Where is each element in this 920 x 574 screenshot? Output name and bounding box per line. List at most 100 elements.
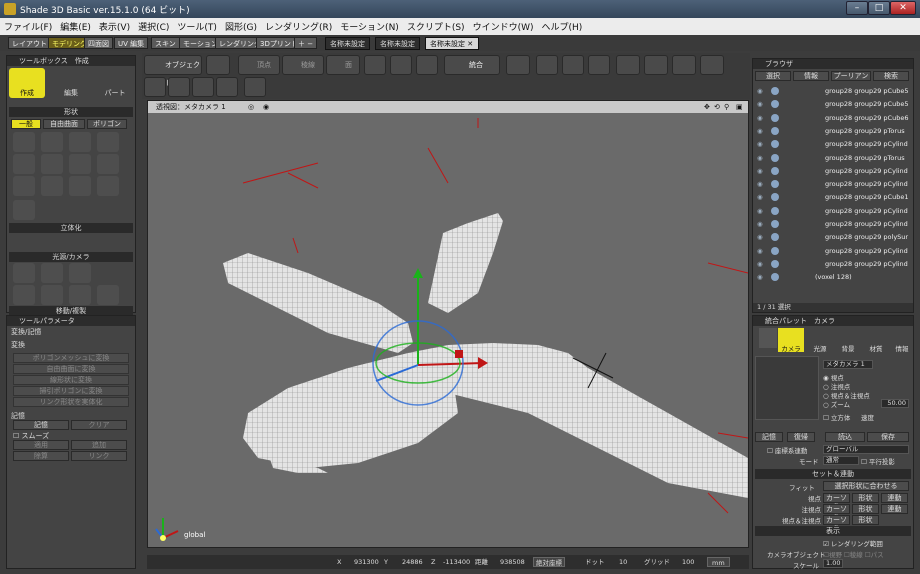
visibility-eye-icon[interactable]: ◉ [757, 218, 763, 231]
area-light-icon[interactable] [69, 263, 91, 283]
light-camera-section-header[interactable]: 光源/カメラ [9, 252, 133, 262]
capsule-tool-icon[interactable] [41, 176, 63, 196]
scale-value-field[interactable]: 1.00 [823, 559, 843, 568]
cylinder-view-icon[interactable] [168, 77, 190, 97]
browser-tree-row[interactable]: ◉ group28 group29 pTorus [753, 152, 913, 165]
menu-tool[interactable]: ツール(T) [173, 18, 221, 35]
coord-system-select[interactable]: グローバル [823, 445, 909, 454]
set-row-button[interactable]: カーソル [823, 493, 850, 510]
camera-restore-button[interactable]: 復帰 [787, 432, 815, 442]
browser-tree-row[interactable]: ◉ group28 group29 pCube5 [753, 85, 913, 98]
palette-info-button[interactable]: 情報 [891, 328, 913, 353]
menu-view[interactable]: 表示(V) [95, 18, 134, 35]
solidify-section-header[interactable]: 立体化 [9, 223, 133, 233]
palette-lock-icon[interactable] [759, 328, 777, 348]
grid-icon[interactable] [700, 55, 724, 75]
camera-load-button[interactable]: 読込 [825, 432, 865, 442]
visibility-eye-icon[interactable]: ◉ [757, 98, 763, 111]
camera-snapshot-icon[interactable] [206, 55, 230, 75]
group-icon[interactable] [588, 55, 610, 75]
polymesh-tool-icon[interactable] [13, 200, 35, 220]
mode-select[interactable]: 通常 [823, 456, 859, 465]
select-rect-icon[interactable] [364, 55, 386, 75]
visibility-eye-icon[interactable]: ◉ [757, 191, 763, 204]
visibility-eye-icon[interactable]: ◉ [757, 165, 763, 178]
menu-select[interactable]: 選択(C) [134, 18, 173, 35]
visibility-eye-icon[interactable]: ◉ [757, 112, 763, 125]
menu-window[interactable]: ウインドウ(W) [469, 18, 538, 35]
visibility-eye-icon[interactable]: ◉ [757, 85, 763, 98]
parallel-projection-checkbox[interactable]: ☐ 平行投影 [861, 456, 895, 466]
camera-view-pad[interactable] [755, 356, 819, 420]
camera-object-options[interactable]: ☐視野 ☐稜線 ☐パス [823, 549, 884, 559]
vertex-mode-button[interactable]: 頂点 [238, 55, 280, 75]
disc-tool-icon[interactable] [97, 176, 119, 196]
curve-light-icon[interactable] [41, 285, 63, 305]
menu-help[interactable]: ヘルプ(H) [537, 18, 586, 35]
camera-name-select[interactable]: メタカメラ 1 [823, 360, 873, 369]
shape-tab-general[interactable]: 一般 [11, 119, 41, 129]
point-light-icon[interactable] [13, 263, 35, 283]
line-light-icon[interactable] [13, 285, 35, 305]
close-tab-icon[interactable]: ✕ [467, 40, 473, 48]
visibility-eye-icon[interactable]: ◉ [757, 245, 763, 258]
rectangle-tool-icon[interactable] [69, 132, 91, 152]
camera-icon[interactable] [97, 285, 119, 305]
viewport-target-icon[interactable]: ◎ [248, 101, 254, 113]
visibility-eye-icon[interactable]: ◉ [757, 205, 763, 218]
create-mode-button[interactable]: 作成 [9, 68, 45, 98]
dot-value[interactable]: 10 [619, 555, 627, 569]
shape-tab-polygon[interactable]: ポリゴン [87, 119, 127, 129]
menu-shape[interactable]: 図形(G) [221, 18, 261, 35]
edge-mode-button[interactable]: 稜線 [282, 55, 324, 75]
browser-tree-row[interactable]: ◉ group28 group29 polySur [753, 231, 913, 244]
zoom-value-field[interactable]: 50.00 [881, 399, 909, 408]
realize-link-button[interactable]: リンク形状を実体化 [13, 397, 129, 407]
to-polymesh-button[interactable]: ポリゴンメッシュに変換 [13, 353, 129, 363]
browser-tab-boolean[interactable]: プーリアン [831, 71, 871, 81]
counter-icon[interactable] [216, 77, 238, 97]
browser-tree-row[interactable]: ◉ group28 group29 pCylind [753, 205, 913, 218]
target-icon[interactable] [536, 55, 558, 75]
browser-tab-info[interactable]: 情報 [793, 71, 829, 81]
set-row-button[interactable]: カーソル [823, 504, 850, 521]
viewport-label[interactable]: 透視図：メタカメラ 1 [156, 101, 226, 113]
rotate-icon[interactable] [390, 55, 412, 75]
set-row-button[interactable]: 形状 [852, 504, 879, 514]
set-row-button[interactable]: 連動 [881, 493, 908, 503]
link-button[interactable]: リンク [71, 451, 127, 461]
palette-light-button[interactable]: 光源 [807, 328, 833, 353]
set-sync-section-header[interactable]: セット＆連動 [755, 469, 911, 479]
browser-tree-row[interactable]: ◉ group28 group29 pTorus [753, 125, 913, 138]
menu-edit[interactable]: 編集(E) [56, 18, 95, 35]
curve-tool-icon[interactable] [41, 132, 63, 152]
torus-tool-icon[interactable] [69, 176, 91, 196]
unit-select[interactable]: mm [707, 557, 730, 567]
visibility-eye-icon[interactable]: ◉ [757, 125, 763, 138]
set-row-button[interactable]: 形状 [852, 515, 879, 525]
layout-icon[interactable] [672, 55, 696, 75]
maximize-button[interactable]: □ [868, 1, 890, 15]
palette-background-button[interactable]: 背景 [835, 328, 861, 353]
to-line-button[interactable]: 線形状に変換 [13, 375, 129, 385]
viewport-maximize-icon[interactable]: ▣ [736, 101, 743, 113]
camera-save-button[interactable]: 保存 [867, 432, 909, 442]
to-sweep-button[interactable]: 掃引ポリゴンに変換 [13, 386, 129, 396]
browser-tree-row[interactable]: ◉ group28 group29 pCylind [753, 165, 913, 178]
camera-memorize-button[interactable]: 記憶 [755, 432, 783, 442]
shaded-sphere-icon[interactable] [244, 77, 266, 97]
viewport-eye-icon[interactable]: ◉ [263, 101, 269, 113]
set-row-button[interactable]: カーソル [823, 515, 850, 532]
divide-button[interactable]: 除算 [13, 451, 69, 461]
menu-file[interactable]: ファイル(F) [0, 18, 56, 35]
shape-section-header[interactable]: 形状 [9, 107, 133, 117]
cube-checkbox[interactable]: ☐ 立方体 [823, 412, 850, 422]
chain-icon[interactable] [562, 55, 584, 75]
tab-four-view[interactable]: 四面図 [84, 37, 113, 49]
apply-button[interactable]: 適用 [13, 440, 69, 450]
render-sphere-icon[interactable] [616, 55, 640, 75]
browser-tree-row[interactable]: ◉ group28 group29 pCube6 [753, 112, 913, 125]
browser-tree-row[interactable]: ◉ group28 group29 pCylind [753, 258, 913, 271]
doc-tab-1[interactable]: 名称未設定 [325, 37, 370, 50]
render-range-checkbox[interactable]: ☑ レンダリング範囲 [823, 538, 883, 548]
